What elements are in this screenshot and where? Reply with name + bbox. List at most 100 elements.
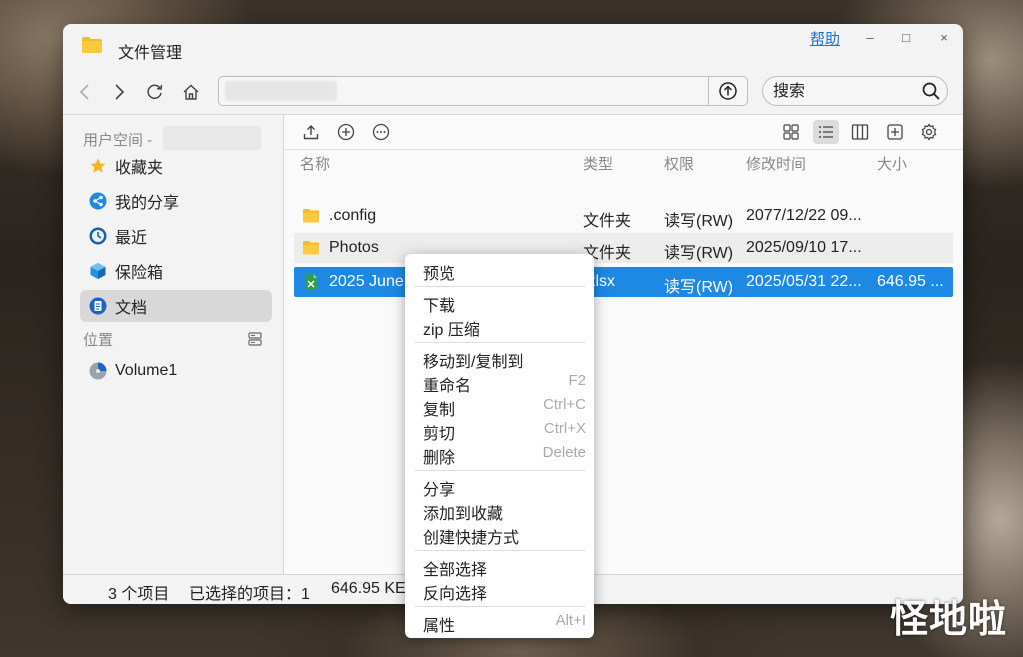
menu-item-label: 预览 xyxy=(423,266,456,283)
close-button[interactable]: × xyxy=(929,27,959,49)
menu-item-label: 反向选择 xyxy=(423,586,488,603)
sidebar-item-recent[interactable]: 最近 xyxy=(80,220,272,252)
menu-shortcut: Ctrl+C xyxy=(543,396,586,413)
document-icon xyxy=(89,297,107,315)
sidebar-item-favorites[interactable]: 收藏夹 xyxy=(80,150,272,182)
file-row[interactable]: Photos 文件夹 读写(RW) 2025/09/10 17... xyxy=(294,233,953,263)
back-button[interactable] xyxy=(72,79,98,105)
menu-divider xyxy=(415,286,585,287)
settings-button[interactable] xyxy=(918,121,940,143)
menu-item-move-copy[interactable]: 移动到/复制到 xyxy=(405,346,594,371)
chevron-left-icon xyxy=(79,84,89,100)
column-view-button[interactable] xyxy=(849,121,871,143)
folder-icon xyxy=(303,241,319,255)
menu-item-copy[interactable]: 复制 Ctrl+C xyxy=(405,394,594,419)
file-name: .config xyxy=(329,207,377,224)
column-header-type[interactable]: 类型 xyxy=(583,153,613,174)
minimize-button[interactable]: – xyxy=(855,27,885,49)
grid-icon xyxy=(783,124,799,140)
disk-icon xyxy=(89,362,107,380)
menu-item-zip[interactable]: zip 压缩 xyxy=(405,314,594,339)
file-toolbar xyxy=(284,115,963,150)
menu-item-select-all[interactable]: 全部选择 xyxy=(405,554,594,579)
sidebar-item-label: 保险箱 xyxy=(115,265,164,282)
maximize-button[interactable]: □ xyxy=(891,27,921,49)
file-permission: 读写(RW) xyxy=(664,213,734,230)
column-header-permission[interactable]: 权限 xyxy=(664,153,694,174)
columns-icon xyxy=(851,124,869,140)
file-type: 文件夹 xyxy=(583,213,632,230)
path-up-button[interactable] xyxy=(708,77,747,105)
new-window-button[interactable] xyxy=(884,121,906,143)
folder-app-icon xyxy=(82,37,102,53)
excel-file-icon xyxy=(305,274,318,290)
more-actions-button[interactable] xyxy=(370,121,392,143)
menu-item-download[interactable]: 下载 xyxy=(405,290,594,315)
sidebar-item-label: Volume1 xyxy=(115,362,178,379)
menu-item-share[interactable]: 分享 xyxy=(405,474,594,499)
column-header-name[interactable]: 名称 xyxy=(300,153,330,174)
menu-item-rename[interactable]: 重命名 F2 xyxy=(405,370,594,395)
sidebar-item-label: 最近 xyxy=(115,230,148,247)
search-icon[interactable] xyxy=(921,81,941,101)
path-text-blurred xyxy=(225,81,337,101)
help-link[interactable]: 帮助 xyxy=(810,28,840,49)
menu-shortcut: Delete xyxy=(542,444,586,461)
menu-item-label: 移动到/复制到 xyxy=(423,354,524,371)
file-row-selected[interactable]: 2025 June .xlsx 读写(RW) 2025/05/31 22... … xyxy=(294,267,953,297)
menu-divider xyxy=(415,342,585,343)
plus-square-icon xyxy=(887,124,903,140)
column-header-modified[interactable]: 修改时间 xyxy=(746,153,806,174)
grid-view-button[interactable] xyxy=(780,121,802,143)
file-list-panel: 名称 类型 权限 修改时间 大小 .config 文件夹 读写(RW) 2077… xyxy=(284,114,963,575)
sidebar-item-documents[interactable]: 文档 xyxy=(80,290,272,322)
username-blurred xyxy=(163,126,261,150)
sidebar-item-label: 文档 xyxy=(115,300,148,317)
file-size: 646.95 ... xyxy=(877,273,944,290)
column-header-size[interactable]: 大小 xyxy=(877,153,907,174)
menu-item-label: 剪切 xyxy=(423,426,456,443)
arrow-up-circle-icon xyxy=(719,82,737,100)
refresh-button[interactable] xyxy=(142,79,168,105)
safe-box-icon xyxy=(90,263,106,279)
location-header: 位置 xyxy=(83,332,114,349)
sidebar-item-volume1[interactable]: Volume1 xyxy=(80,355,272,387)
file-modified: 2077/12/22 09... xyxy=(746,207,862,224)
file-modified: 2025/09/10 17... xyxy=(746,239,862,256)
folder-icon xyxy=(303,209,319,223)
user-space-header: 用户空间 - xyxy=(83,132,153,149)
menu-shortcut: Ctrl+X xyxy=(543,420,586,437)
chevron-right-icon xyxy=(115,84,125,100)
forward-button[interactable] xyxy=(106,79,132,105)
file-row[interactable]: .config 文件夹 读写(RW) 2077/12/22 09... xyxy=(294,201,953,231)
clock-icon xyxy=(89,227,107,245)
sidebar-item-label: 我的分享 xyxy=(115,195,180,212)
menu-item-label: zip 压缩 xyxy=(423,322,480,339)
menu-item-preview[interactable]: 预览 xyxy=(405,258,594,283)
menu-item-create-shortcut[interactable]: 创建快捷方式 xyxy=(405,522,594,547)
create-button[interactable] xyxy=(335,121,357,143)
menu-divider xyxy=(415,470,585,471)
menu-item-label: 重命名 xyxy=(423,378,472,395)
item-count: 3 个项目 xyxy=(108,586,170,603)
menu-item-label: 删除 xyxy=(423,450,456,467)
menu-item-invert-selection[interactable]: 反向选择 xyxy=(405,578,594,603)
list-icon xyxy=(819,126,833,138)
sidebar: 用户空间 - 收藏夹 我的分享 最近 保险箱 文档 位置 Volume1 xyxy=(63,114,284,575)
upload-button[interactable] xyxy=(300,121,322,143)
menu-item-add-favorite[interactable]: 添加到收藏 xyxy=(405,498,594,523)
menu-item-cut[interactable]: 剪切 Ctrl+X xyxy=(405,418,594,443)
home-button[interactable] xyxy=(178,79,204,105)
search-input[interactable] xyxy=(771,80,915,104)
menu-item-label: 全部选择 xyxy=(423,562,488,579)
star-icon xyxy=(90,158,106,173)
menu-item-delete[interactable]: 删除 Delete xyxy=(405,442,594,467)
share-icon xyxy=(89,192,107,210)
menu-item-properties[interactable]: 属性 Alt+I xyxy=(405,610,594,635)
list-view-button[interactable] xyxy=(813,120,839,144)
storage-manage-icon[interactable] xyxy=(247,331,263,347)
sidebar-item-safe-box[interactable]: 保险箱 xyxy=(80,255,272,287)
sidebar-item-my-share[interactable]: 我的分享 xyxy=(80,185,272,217)
file-name: 2025 June xyxy=(329,273,404,290)
path-bar[interactable] xyxy=(218,76,748,106)
